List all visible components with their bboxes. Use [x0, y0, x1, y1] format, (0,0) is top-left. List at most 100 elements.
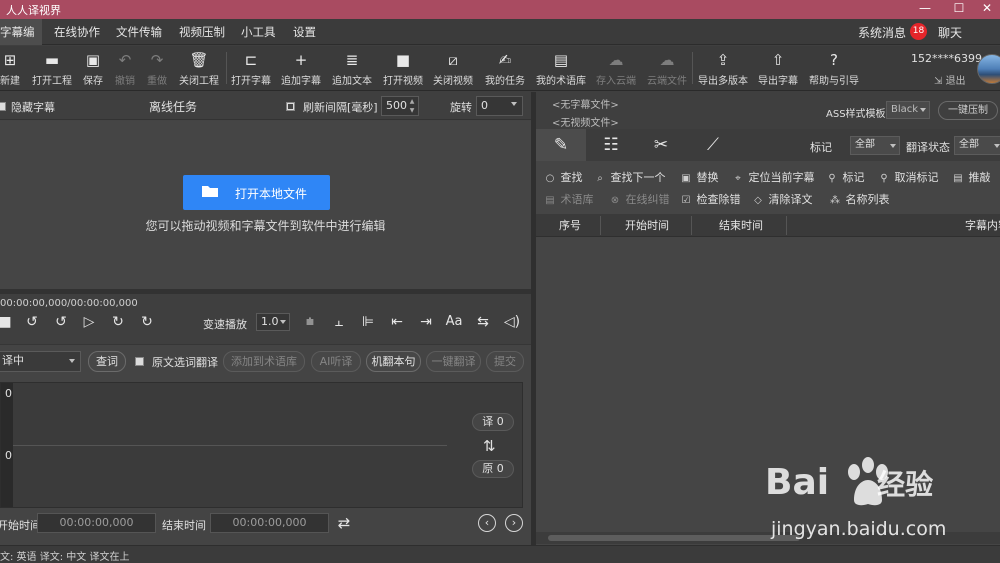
next-subtitle-button[interactable]: ›	[505, 514, 523, 532]
open-local-file-button[interactable]: 打开本地文件	[183, 175, 330, 210]
mark-button[interactable]: ⚲ 标记	[825, 169, 864, 185]
cloud-files-button[interactable]: ☁ 云端文件	[639, 46, 695, 91]
folder-open-icon: ⊏	[244, 51, 258, 69]
tools-icon[interactable]: ✂	[636, 129, 686, 161]
check-errors-button[interactable]: ☑ 检查除错	[679, 191, 741, 207]
avatar[interactable]	[977, 54, 1000, 84]
video-drop-area[interactable]: 打开本地文件 您可以拖动视频和字幕文件到软件中进行编辑	[0, 121, 531, 289]
align-center-h-icon[interactable]: ⩧	[299, 311, 321, 333]
one-click-translate-button[interactable]: 一键翻译	[426, 351, 481, 372]
video-off-icon: ⧄	[448, 51, 458, 69]
prev-boundary-icon[interactable]: ⇤	[386, 311, 408, 333]
end-time-input[interactable]: 00:00:00,000	[210, 513, 329, 533]
back-1s-icon[interactable]: ↺	[50, 311, 72, 333]
chevron-down-icon	[69, 359, 75, 363]
left-panel: 隐藏字幕 离线任务 刷新间隔[毫秒] 500 ▲ ▼ 旋转 0 打开本地文件 您可…	[0, 92, 531, 545]
back-3s-icon[interactable]: ↺	[21, 311, 43, 333]
play-icon[interactable]: ▷	[78, 311, 100, 333]
list-order-icon[interactable]: ☷	[586, 129, 636, 161]
menu-video-compress[interactable]: 视频压制	[179, 19, 225, 45]
machine-translate-sentence-button[interactable]: 机翻本句	[366, 351, 421, 372]
eraser-icon: ◇	[754, 195, 762, 206]
swap-vertical-icon[interactable]: ⇅	[483, 437, 496, 455]
chart-line-icon[interactable]: ⟋	[688, 129, 738, 161]
align-left-icon[interactable]: ⊫	[357, 311, 379, 333]
menu-file-transfer[interactable]: 文件传输	[116, 19, 162, 45]
translation-mode-select[interactable]: 译中	[0, 351, 81, 372]
online-correction-button[interactable]: ⊗ 在线纠错	[608, 191, 670, 207]
pin-icon: ⚲	[828, 173, 836, 184]
stop-icon[interactable]: ■	[0, 311, 16, 333]
offline-task-link[interactable]: 离线任务	[149, 98, 197, 115]
menu-settings[interactable]: 设置	[293, 19, 316, 45]
maximize-button[interactable]: ☐	[944, 0, 974, 19]
submit-button[interactable]: 提交	[486, 351, 524, 372]
add-to-termbase-button[interactable]: 添加到术语库	[223, 351, 305, 372]
logout-link[interactable]: ⇲ 退出	[934, 72, 966, 87]
export-subtitle-button[interactable]: ⇧ 导出字幕	[750, 46, 806, 91]
column-end-time[interactable]: 结束时间	[719, 214, 763, 237]
menu-tools[interactable]: 小工具	[241, 19, 276, 45]
one-click-compress-button[interactable]: 一键压制	[938, 101, 998, 120]
mark-filter-select[interactable]: 全部	[850, 136, 900, 155]
forward-1s-icon[interactable]: ↻	[107, 311, 129, 333]
editor-divider	[13, 445, 447, 446]
refresh-interval-checkbox[interactable]	[286, 102, 295, 111]
name-list-button[interactable]: ⁂ 名称列表	[828, 191, 890, 207]
editor-gutter: 0 0	[1, 383, 13, 507]
column-content[interactable]: 字幕内容	[965, 214, 1000, 237]
ai-listen-button[interactable]: AI听译	[311, 351, 361, 372]
layers-export-icon: ⇪	[716, 51, 730, 69]
translation-state-select[interactable]: 全部	[954, 136, 1000, 155]
menu-subtitle-edit[interactable]: 字幕编辑	[0, 19, 42, 65]
column-divider	[600, 216, 601, 235]
ass-template-select[interactable]: Black	[886, 101, 930, 119]
next-boundary-icon[interactable]: ⇥	[415, 311, 437, 333]
start-time-input[interactable]: 00:00:00,000	[37, 513, 156, 533]
close-button[interactable]: ✕	[972, 0, 1000, 19]
term-book-icon: ▤	[553, 51, 569, 69]
unmark-button[interactable]: ⚲ 取消标记	[877, 169, 938, 185]
my-termbase-button[interactable]: ▤ 我的术语库	[533, 46, 589, 91]
swap-arrows-icon[interactable]: ⇄	[333, 512, 355, 534]
rotate-select[interactable]: 0	[476, 96, 523, 116]
swap-arrows-icon[interactable]: ⇆	[472, 311, 494, 333]
deliberate-button[interactable]: ▤ 推敲	[951, 169, 990, 185]
time-edit-row: 开始时间 00:00:00,000 结束时间 00:00:00,000 ⇄ ‹ …	[0, 510, 531, 536]
clear-translation-button[interactable]: ◇ 清除译文	[751, 191, 812, 207]
select-translate-checkbox[interactable]	[135, 357, 144, 366]
hide-subtitle-checkbox[interactable]	[0, 102, 6, 111]
previous-subtitle-button[interactable]: ‹	[478, 514, 496, 532]
spinner-arrows-icon[interactable]: ▲ ▼	[407, 97, 417, 115]
column-start-time[interactable]: 开始时间	[625, 214, 669, 237]
align-middle-icon[interactable]: ⫠	[328, 311, 350, 333]
subtitle-text-editor[interactable]: 0 0 译 0 ⇅ 原 0	[0, 382, 523, 508]
end-time-label: 结束时间	[162, 519, 206, 532]
system-message-link[interactable]: 系统消息	[858, 19, 906, 47]
speed-select[interactable]: 1.0	[256, 313, 290, 331]
replace-icon: ▣	[681, 173, 691, 184]
export-multi-version-button[interactable]: ⇪ 导出多版本	[695, 46, 751, 91]
help-guide-button[interactable]: ? 帮助与引导	[806, 46, 862, 91]
translation-count: 译 0	[472, 413, 514, 431]
subtitle-table-header: 序号 开始时间 结束时间 字幕内容	[536, 214, 1000, 237]
help-circle-icon: ?	[830, 51, 838, 69]
replace-button[interactable]: ▣ 替换	[679, 169, 718, 185]
minimize-button[interactable]: —	[910, 0, 940, 19]
volume-icon[interactable]: ◁)	[501, 311, 523, 333]
column-index[interactable]: 序号	[559, 214, 581, 237]
location-pin-icon: ⌖	[735, 173, 741, 184]
find-button[interactable]: ○ 查找	[543, 169, 583, 185]
font-size-icon[interactable]: Aa	[443, 311, 465, 333]
menu-online-collab[interactable]: 在线协作	[54, 19, 100, 45]
my-tasks-button[interactable]: ✍ 我的任务	[477, 46, 533, 91]
forward-3s-icon[interactable]: ↻	[136, 311, 158, 333]
unpin-icon: ⚲	[880, 173, 888, 184]
edit-pencil-icon[interactable]: ✎	[536, 129, 586, 161]
locate-current-button[interactable]: ⌖ 定位当前字幕	[731, 169, 814, 185]
chat-link[interactable]: 聊天	[938, 19, 962, 47]
termbase-button[interactable]: ▤ 术语库	[543, 191, 593, 207]
find-next-button[interactable]: ⌕ 查找下一个	[593, 169, 665, 185]
lookup-button[interactable]: 查词	[88, 351, 126, 372]
subtitle-tools-tabs: ✎ ☷ ✂ ⟋ 标记 全部 翻译状态 全部	[536, 129, 1000, 161]
